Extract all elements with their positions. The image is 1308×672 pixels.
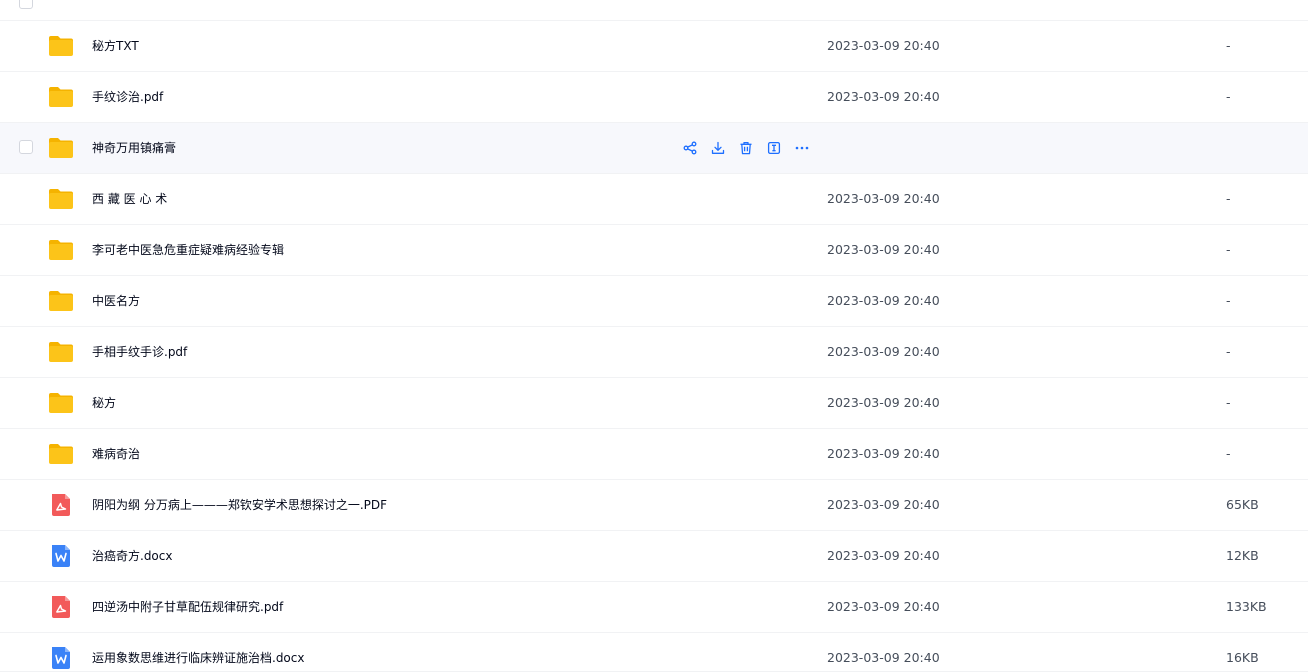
download-icon[interactable] [710,140,726,156]
table-row[interactable]: 四逆汤中附子甘草配伍规律研究.pdf 2023-03-09 20:40 133K… [0,582,1308,633]
modified-time: 2023-03-09 20:40 [827,599,940,614]
table-row[interactable]: 秘方 2023-03-09 20:40 - [0,378,1308,429]
modified-time: 2023-03-09 20:40 [827,191,940,206]
table-row-hovered[interactable]: 神奇万用镇痛膏 [0,123,1308,174]
file-name[interactable]: 四逆汤中附子甘草配伍规律研究.pdf [92,582,283,632]
word-file-icon [48,646,74,670]
file-name[interactable]: 李可老中医急危重症疑难病经验专辑 [92,225,284,275]
table-row[interactable] [0,0,1308,21]
file-size: 133KB [1226,599,1267,614]
modified-time: 2023-03-09 20:40 [827,446,940,461]
modified-time: 2023-03-09 20:40 [827,497,940,512]
modified-time: 2023-03-09 20:40 [827,38,940,53]
folder-icon [48,85,74,109]
file-list: 秘方TXT 2023-03-09 20:40 - 手纹诊治.pdf 2023-0… [0,0,1308,672]
file-name[interactable]: 秘方 [92,378,116,428]
table-row[interactable]: 治癌奇方.docx 2023-03-09 20:40 12KB [0,531,1308,582]
file-name[interactable]: 手纹诊治.pdf [92,72,163,122]
table-row[interactable]: 西 藏 医 心 术 2023-03-09 20:40 - [0,174,1308,225]
file-name[interactable]: 阴阳为纲 分万病上———郑钦安学术思想探讨之一.PDF [92,480,387,530]
folder-icon [48,136,74,160]
pdf-file-icon [48,595,74,619]
file-size: - [1226,293,1231,308]
table-row[interactable]: 秘方TXT 2023-03-09 20:40 - [0,21,1308,72]
file-size: - [1226,344,1231,359]
folder-icon [48,289,74,313]
trash-icon[interactable] [738,140,754,156]
file-size: 12KB [1226,548,1259,563]
modified-time: 2023-03-09 20:40 [827,395,940,410]
table-row[interactable]: 李可老中医急危重症疑难病经验专辑 2023-03-09 20:40 - [0,225,1308,276]
modified-time: 2023-03-09 20:40 [827,89,940,104]
folder-icon [48,238,74,262]
file-name[interactable]: 手相手纹手诊.pdf [92,327,187,377]
word-file-icon [48,544,74,568]
table-row[interactable]: 难病奇治 2023-03-09 20:40 - [0,429,1308,480]
file-size: - [1226,89,1231,104]
row-checkbox[interactable] [19,140,33,154]
pdf-file-icon [48,493,74,517]
file-name[interactable]: 运用象数思维进行临床辨证施治档.docx [92,633,304,672]
file-size: 65KB [1226,497,1259,512]
file-size: - [1226,446,1231,461]
modified-time: 2023-03-09 20:40 [827,293,940,308]
file-size: - [1226,242,1231,257]
modified-time: 2023-03-09 20:40 [827,242,940,257]
file-name[interactable]: 西 藏 医 心 术 [92,174,167,224]
row-checkbox[interactable] [19,0,33,9]
file-name[interactable]: 神奇万用镇痛膏 [92,123,176,173]
file-name[interactable]: 难病奇治 [92,429,140,479]
table-row[interactable]: 中医名方 2023-03-09 20:40 - [0,276,1308,327]
file-name[interactable]: 秘方TXT [92,21,139,71]
file-size: - [1226,191,1231,206]
share-icon[interactable] [682,140,698,156]
file-name[interactable]: 治癌奇方.docx [92,531,172,581]
folder-icon [48,34,74,58]
folder-icon [48,442,74,466]
table-row[interactable]: 阴阳为纲 分万病上———郑钦安学术思想探讨之一.PDF 2023-03-09 2… [0,480,1308,531]
modified-time: 2023-03-09 20:40 [827,548,940,563]
modified-time: 2023-03-09 20:40 [827,650,940,665]
file-size: 16KB [1226,650,1259,665]
row-actions [682,140,822,156]
folder-icon [48,0,74,2]
file-name[interactable]: 中医名方 [92,276,140,326]
rename-icon[interactable] [766,140,782,156]
file-size: - [1226,395,1231,410]
modified-time: 2023-03-09 20:40 [827,344,940,359]
folder-icon [48,187,74,211]
more-icon[interactable] [794,140,810,156]
table-row[interactable]: 手相手纹手诊.pdf 2023-03-09 20:40 - [0,327,1308,378]
folder-icon [48,391,74,415]
table-row[interactable]: 运用象数思维进行临床辨证施治档.docx 2023-03-09 20:40 16… [0,633,1308,672]
table-row[interactable]: 手纹诊治.pdf 2023-03-09 20:40 - [0,72,1308,123]
file-size: - [1226,38,1231,53]
folder-icon [48,340,74,364]
